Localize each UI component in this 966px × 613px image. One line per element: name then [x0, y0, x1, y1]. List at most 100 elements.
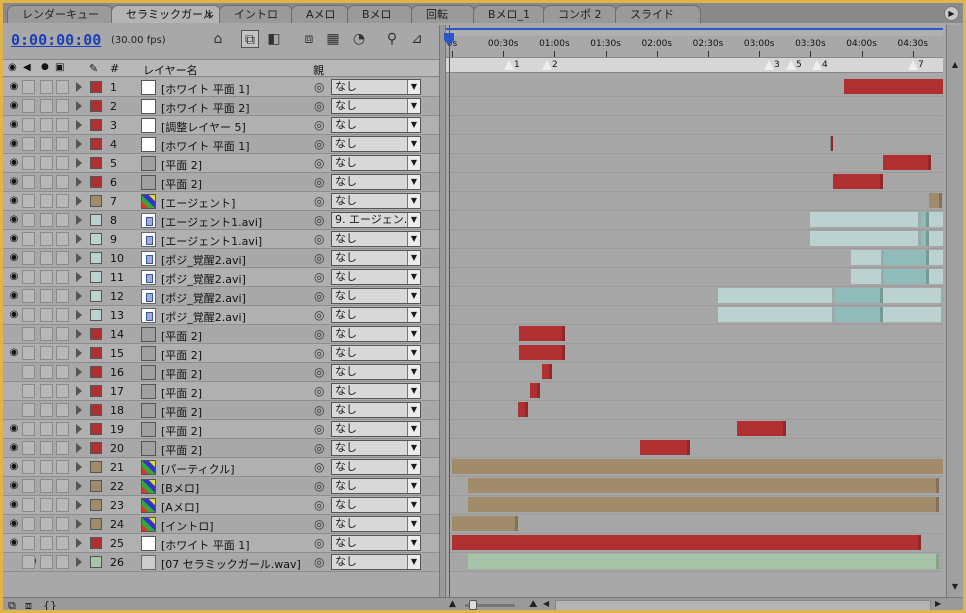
solo-switch[interactable] [40, 194, 53, 208]
toggle-switches-icon[interactable]: ⧉ [8, 599, 16, 610]
parent-pickwhip-icon[interactable]: ◎ [314, 365, 324, 379]
solo-column-icon[interactable]: ● [41, 62, 49, 72]
dropdown-arrow-icon[interactable]: ▼ [407, 365, 420, 379]
visibility-eye-icon[interactable]: ◉ [7, 291, 21, 301]
label-color-swatch[interactable] [90, 195, 102, 207]
label-color-swatch[interactable] [90, 271, 102, 283]
lock-switch[interactable] [56, 194, 69, 208]
layer-name[interactable]: [平面 2] [161, 328, 202, 344]
layer-name[interactable]: [エージェント] [161, 195, 235, 211]
dropdown-arrow-icon[interactable]: ▼ [407, 460, 420, 474]
parent-select[interactable]: なし ▼ [331, 174, 421, 190]
expand-twirl-icon[interactable] [76, 481, 82, 491]
dropdown-arrow-icon[interactable]: ▼ [407, 441, 420, 455]
label-column-icon[interactable]: ✎ [89, 62, 98, 75]
layer-name[interactable]: [平面 2] [161, 157, 202, 173]
layer-row[interactable]: ◉ 24 [イントロ] ◎ なし ▼ [3, 515, 443, 534]
expand-twirl-icon[interactable] [76, 443, 82, 453]
parent-pickwhip-icon[interactable]: ◎ [314, 403, 324, 417]
solo-switch[interactable] [40, 536, 53, 550]
layer-duration-bar[interactable] [468, 554, 940, 569]
audio-switch[interactable] [22, 118, 35, 132]
audio-switch[interactable] [22, 536, 35, 550]
dropdown-arrow-icon[interactable]: ▼ [407, 175, 420, 189]
parent-pickwhip-icon[interactable]: ◎ [314, 270, 324, 284]
lock-switch[interactable] [56, 137, 69, 151]
lock-switch[interactable] [56, 232, 69, 246]
audio-switch[interactable] [22, 270, 35, 284]
panel-menu-icon[interactable]: ▶ [944, 6, 959, 21]
layer-name[interactable]: [イントロ] [161, 518, 214, 534]
parent-pickwhip-icon[interactable]: ◎ [314, 555, 324, 569]
layer-duration-bar[interactable] [883, 307, 943, 322]
layer-row[interactable]: ◉ 7 [エージェント] ◎ なし ▼ [3, 192, 443, 211]
parent-pickwhip-icon[interactable]: ◎ [314, 289, 324, 303]
layer-duration-bar[interactable] [452, 516, 518, 531]
layer-row[interactable]: 18 [平面 2] ◎ なし ▼ [3, 401, 443, 420]
audio-switch[interactable] [22, 498, 35, 512]
parent-pickwhip-icon[interactable]: ◎ [314, 213, 324, 227]
expand-twirl-icon[interactable] [76, 272, 82, 282]
label-color-swatch[interactable] [90, 233, 102, 245]
audio-switch[interactable] [22, 517, 35, 531]
solo-switch[interactable] [40, 213, 53, 227]
zoom-in-icon[interactable]: ⛰ [529, 599, 537, 610]
layer-name[interactable]: [ポジ_覚醒2.avi] [161, 271, 246, 287]
parent-select[interactable]: なし ▼ [331, 459, 421, 475]
expand-twirl-icon[interactable] [76, 424, 82, 434]
parent-select[interactable]: なし ▼ [331, 193, 421, 209]
layer-row[interactable]: ◉ 8 [エージェント1.avi] ◎ 9. エージェン… ▼ [3, 211, 443, 230]
layer-duration-bar[interactable] [517, 402, 529, 417]
layer-name[interactable]: [平面 2] [161, 366, 202, 382]
expand-twirl-icon[interactable] [76, 367, 82, 377]
layer-row[interactable]: ◉ 15 [平面 2] ◎ なし ▼ [3, 344, 443, 363]
parent-select[interactable]: なし ▼ [331, 307, 421, 323]
dropdown-arrow-icon[interactable]: ▼ [407, 422, 420, 436]
label-color-swatch[interactable] [90, 81, 102, 93]
layer-duration-bar[interactable] [851, 269, 885, 284]
lock-column-icon[interactable]: ▣ [55, 62, 64, 73]
label-color-swatch[interactable] [90, 518, 102, 530]
dropdown-arrow-icon[interactable]: ▼ [407, 555, 420, 569]
layer-row[interactable]: 14 [平面 2] ◎ なし ▼ [3, 325, 443, 344]
layer-duration-bar[interactable] [835, 288, 884, 303]
solo-switch[interactable] [40, 403, 53, 417]
layer-row[interactable]: ◉ 25 [ホワイト 平面 1] ◎ なし ▼ [3, 534, 443, 553]
parent-pickwhip-icon[interactable]: ◎ [314, 346, 324, 360]
composition-marker[interactable]: 4 [812, 60, 828, 71]
layer-duration-bar[interactable] [542, 364, 553, 379]
audio-switch[interactable] [22, 384, 35, 398]
label-color-swatch[interactable] [90, 252, 102, 264]
layer-name[interactable]: [パーティクル] [161, 461, 235, 477]
lock-switch[interactable] [56, 365, 69, 379]
expand-twirl-icon[interactable] [76, 120, 82, 130]
lock-switch[interactable] [56, 498, 69, 512]
layer-name[interactable]: [調整レイヤー 5] [161, 119, 246, 135]
layer-name[interactable]: [ポジ_覚醒2.avi] [161, 309, 246, 325]
lock-switch[interactable] [56, 555, 69, 569]
parent-column-header[interactable]: 親 [313, 62, 324, 78]
lock-switch[interactable] [56, 441, 69, 455]
audio-switch[interactable] [22, 441, 35, 455]
time-ruler[interactable]: 0s 00:30s 01:00s 01:30s 02:00s 02:30s 03:00s 03… [446, 25, 943, 77]
parent-pickwhip-icon[interactable]: ◎ [314, 118, 324, 132]
label-color-swatch[interactable] [90, 461, 102, 473]
lock-switch[interactable] [56, 80, 69, 94]
lock-switch[interactable] [56, 479, 69, 493]
parent-pickwhip-icon[interactable]: ◎ [314, 175, 324, 189]
parent-select[interactable]: なし ▼ [331, 554, 421, 570]
parent-select[interactable]: なし ▼ [331, 250, 421, 266]
solo-switch[interactable] [40, 365, 53, 379]
layer-duration-bar[interactable] [810, 212, 922, 227]
dropdown-arrow-icon[interactable]: ▼ [407, 156, 420, 170]
parent-pickwhip-icon[interactable]: ◎ [314, 479, 324, 493]
expand-twirl-icon[interactable] [76, 557, 82, 567]
layer-duration-bar[interactable] [929, 250, 943, 265]
label-color-swatch[interactable] [90, 499, 102, 511]
layer-row[interactable]: ◉ 19 [平面 2] ◎ なし ▼ [3, 420, 443, 439]
dropdown-arrow-icon[interactable]: ▼ [407, 327, 420, 341]
dropdown-arrow-icon[interactable]: ▼ [407, 403, 420, 417]
audio-switch[interactable] [22, 137, 35, 151]
parent-pickwhip-icon[interactable]: ◎ [314, 384, 324, 398]
hide-shy-layers-icon[interactable]: ◧ [265, 30, 283, 48]
